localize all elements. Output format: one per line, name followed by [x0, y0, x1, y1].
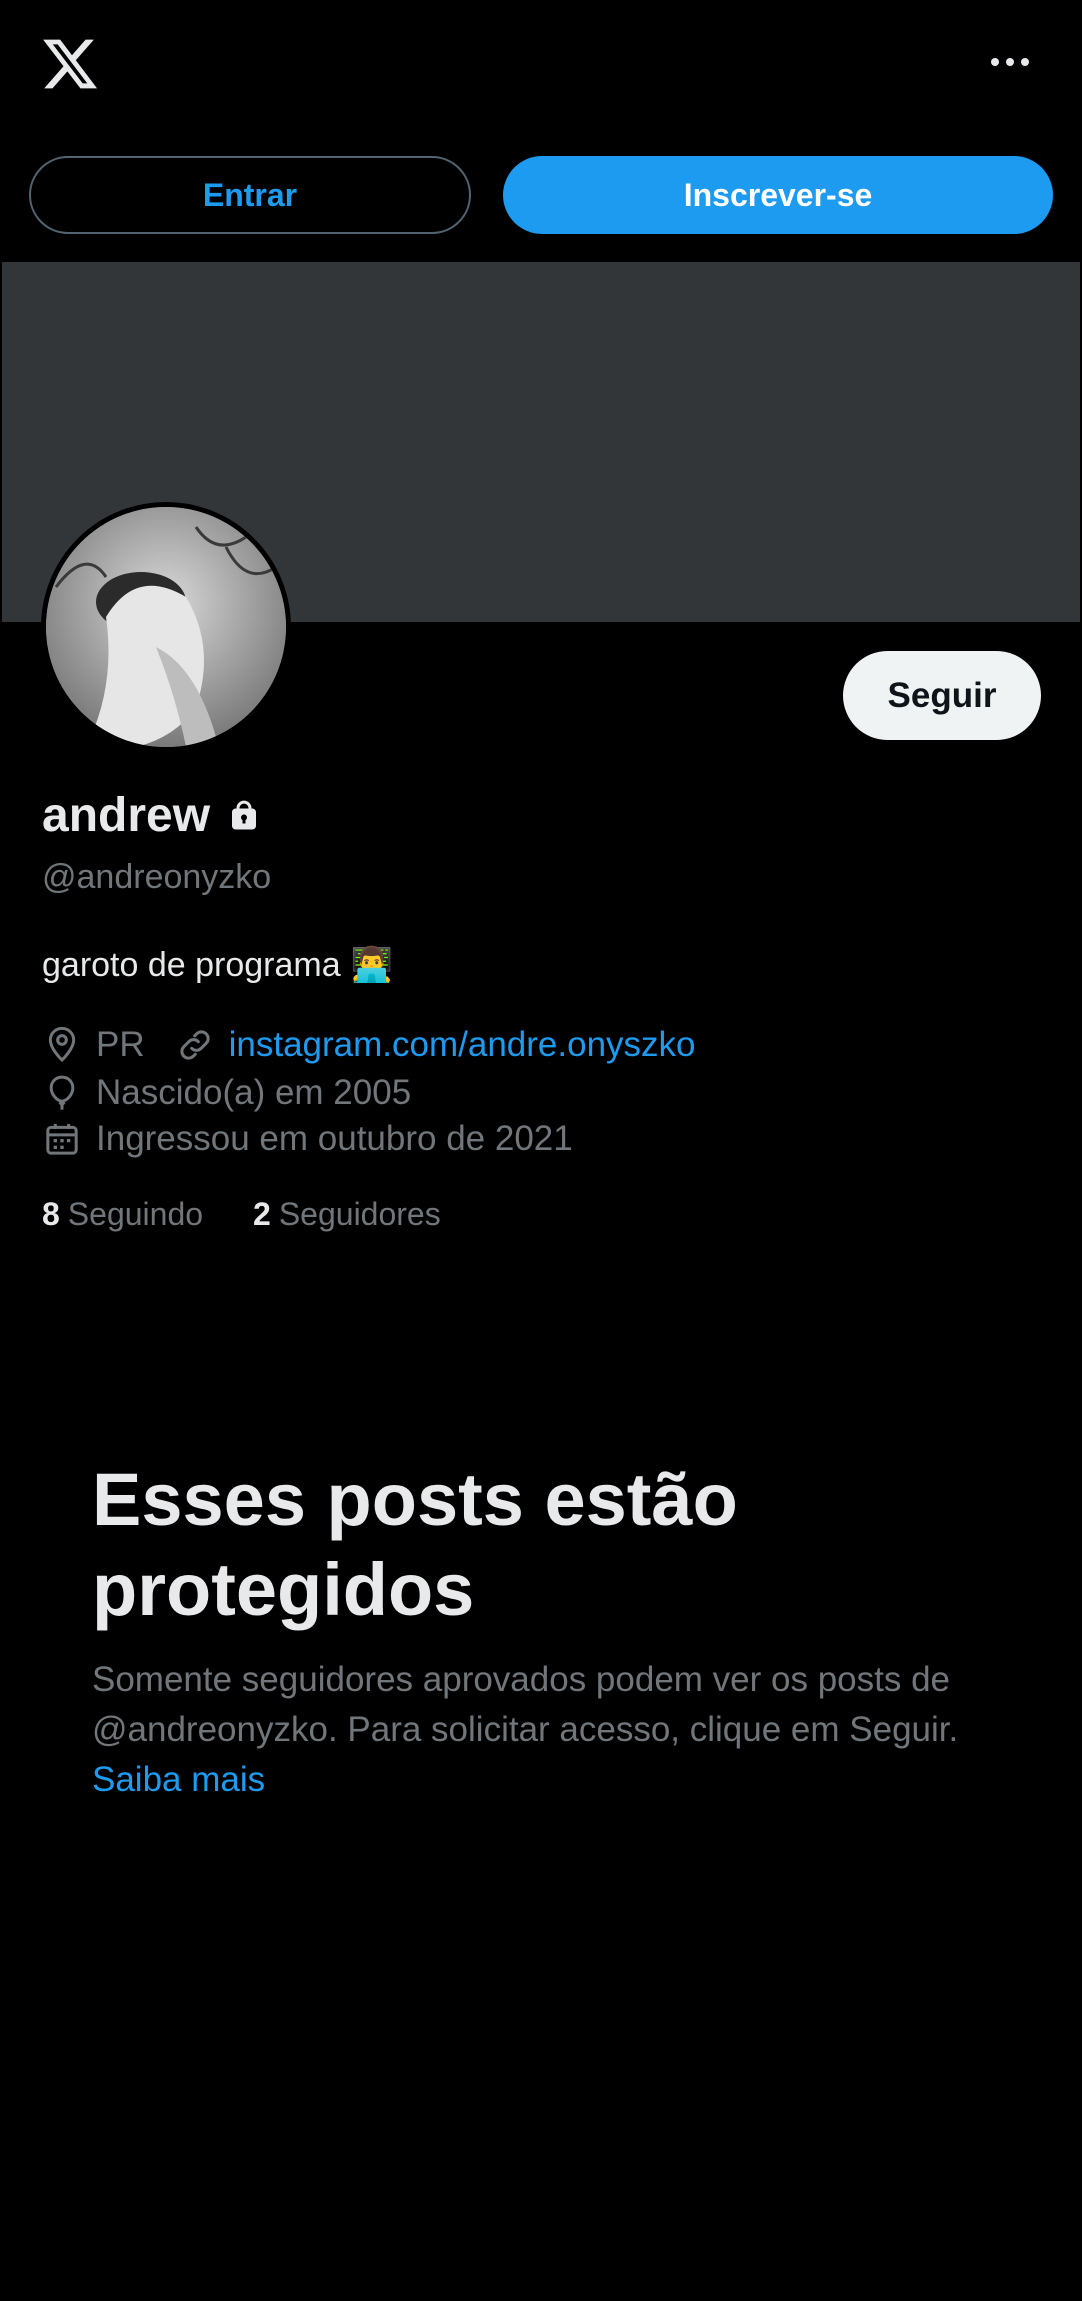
- display-name: andrew: [42, 789, 211, 842]
- followers-stat[interactable]: 2 Seguidores: [253, 1196, 441, 1233]
- following-stat[interactable]: 8 Seguindo: [42, 1196, 203, 1233]
- signup-button[interactable]: Inscrever-se: [503, 156, 1053, 234]
- handle: @andreonyzko: [42, 858, 272, 896]
- followers-count: 2: [253, 1196, 271, 1232]
- calendar-icon: [46, 1124, 78, 1155]
- birth-row: Nascido(a) em 2005: [42, 1073, 411, 1113]
- follow-button[interactable]: Seguir: [843, 651, 1041, 740]
- bio: garoto de programa 👨‍💻: [42, 945, 393, 985]
- birth-text: Nascido(a) em 2005: [96, 1073, 412, 1112]
- avatar-photo: [46, 507, 286, 747]
- protected-message: Somente seguidores aprovados podem ver o…: [92, 1655, 1012, 1805]
- location-text: PR: [96, 1025, 145, 1064]
- more-icon[interactable]: [985, 50, 1035, 74]
- joined-row: Ingressou em outubro de 2021: [42, 1119, 573, 1159]
- technologist-emoji: 👨‍💻: [350, 946, 393, 984]
- location-website-row: PR instagram.com/andre.onyszko: [42, 1025, 696, 1065]
- bio-text: garoto de programa: [42, 945, 341, 984]
- joined-text: Ingressou em outubro de 2021: [96, 1119, 573, 1158]
- display-name-row: andrew: [42, 788, 262, 843]
- following-label: Seguindo: [67, 1196, 204, 1232]
- x-logo-icon[interactable]: [40, 34, 100, 94]
- login-button[interactable]: Entrar: [29, 156, 471, 234]
- balloon-icon: [49, 1075, 75, 1110]
- learn-more-link[interactable]: Saiba mais: [92, 1760, 265, 1799]
- follow-stats: 8 Seguindo 2 Seguidores: [42, 1196, 441, 1233]
- avatar[interactable]: [41, 502, 291, 752]
- protected-body-text: Somente seguidores aprovados podem ver o…: [92, 1660, 959, 1749]
- following-count: 8: [42, 1196, 60, 1232]
- protected-title: Esses posts estão protegidos: [92, 1458, 738, 1631]
- lock-icon: [232, 800, 257, 829]
- followers-label: Seguidores: [278, 1196, 441, 1232]
- location-icon: [48, 1026, 76, 1063]
- link-icon: [180, 1030, 210, 1060]
- website-link[interactable]: instagram.com/andre.onyszko: [229, 1025, 696, 1065]
